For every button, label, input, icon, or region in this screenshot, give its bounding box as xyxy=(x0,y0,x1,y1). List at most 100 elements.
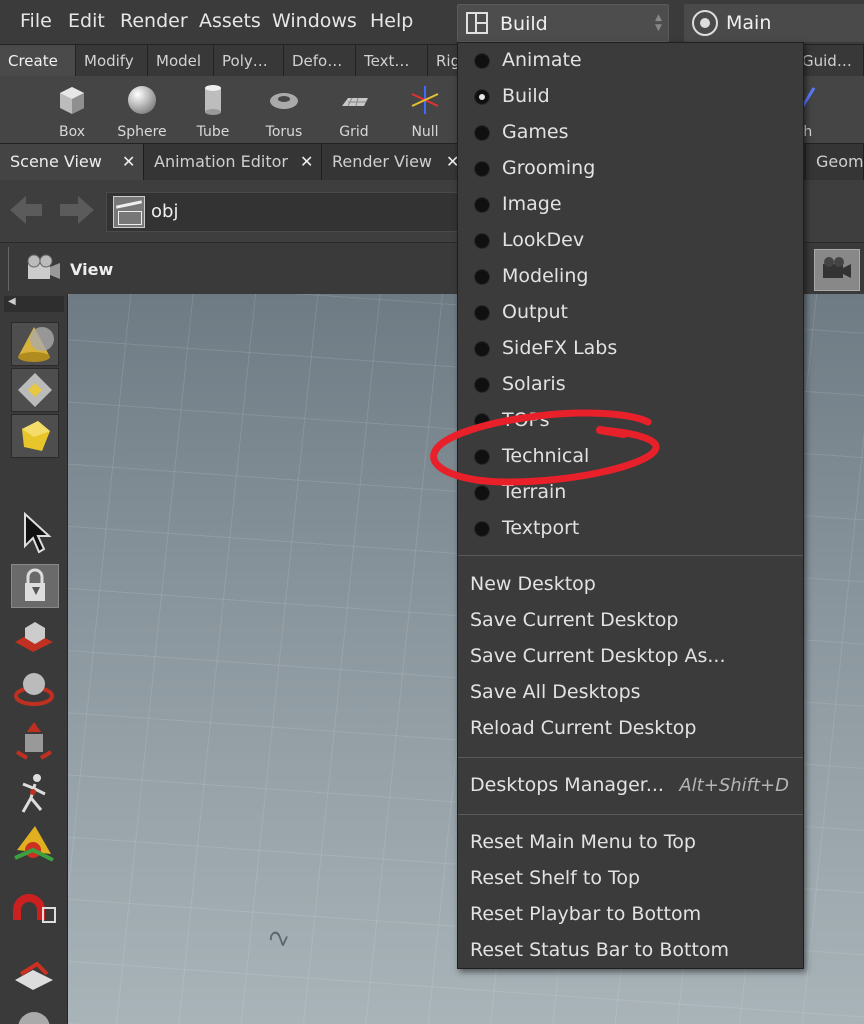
menu-item-desktop-solaris[interactable]: Solaris xyxy=(458,367,803,403)
menu-edit[interactable]: Edit xyxy=(68,10,105,32)
menu-item-desktop-tops[interactable]: TOPs xyxy=(458,403,803,439)
move-arrows-icon xyxy=(15,622,53,652)
menu-item-reload-current-desktop[interactable]: Reload Current Desktop xyxy=(458,711,803,747)
menu-item-reset-main-menu-to-top[interactable]: Reset Main Menu to Top xyxy=(458,825,803,861)
radio-icon xyxy=(474,413,490,429)
tab-animation-editor[interactable]: Animation Editor ✕ xyxy=(144,144,322,180)
menu-item-desktop-lookdev[interactable]: LookDev xyxy=(458,223,803,259)
desktop-switcher[interactable]: Build ▲ ▼ xyxy=(457,4,669,42)
context-switcher[interactable]: Main xyxy=(684,4,864,42)
camera-icon[interactable] xyxy=(24,253,66,287)
radio-icon xyxy=(474,269,490,285)
tool-grid[interactable]: Grid xyxy=(322,80,386,142)
tab-render-view[interactable]: Render View ✕ xyxy=(322,144,462,180)
radio-icon xyxy=(474,341,490,357)
select-tool-button[interactable] xyxy=(11,511,59,556)
tab-animation-editor-label: Animation Editor xyxy=(154,152,289,171)
menu-item-desktop-animate[interactable]: Animate xyxy=(458,43,803,79)
menu-item-label: Terrain xyxy=(502,481,567,503)
tool-torus[interactable]: Torus xyxy=(252,80,316,142)
menu-windows[interactable]: Windows xyxy=(272,10,357,32)
tool-torus-label: Torus xyxy=(265,124,303,140)
tab-geometry[interactable]: Geome xyxy=(806,144,864,180)
menu-item-reset-playbar-to-bottom[interactable]: Reset Playbar to Bottom xyxy=(458,897,803,933)
select-dynamics-button[interactable] xyxy=(11,414,59,458)
menu-item-save-current-desktop-as[interactable]: Save Current Desktop As... xyxy=(458,639,803,675)
menu-item-desktop-modeling[interactable]: Modeling xyxy=(458,259,803,295)
menu-render[interactable]: Render xyxy=(120,10,188,32)
film-reel-button[interactable] xyxy=(11,1010,59,1024)
menu-item-desktop-games[interactable]: Games xyxy=(458,115,803,151)
menu-item-desktop-sidefx-labs[interactable]: SideFX Labs xyxy=(458,331,803,367)
grid-icon xyxy=(342,97,368,107)
shelf-tab-texture[interactable]: Text… xyxy=(356,45,428,77)
rotate-tool-button[interactable] xyxy=(11,668,59,712)
tool-sphere[interactable]: Sphere xyxy=(110,80,174,142)
radio-icon xyxy=(474,125,490,141)
render-tool-button[interactable] xyxy=(11,956,59,1000)
menu-item-label: Grooming xyxy=(502,157,596,179)
shelf-tab-modify[interactable]: Modify xyxy=(76,45,148,77)
menu-item-reset-shelf-to-top[interactable]: Reset Shelf to Top xyxy=(458,861,803,897)
pose-figure-icon xyxy=(21,774,46,813)
back-arrow-icon[interactable] xyxy=(10,192,46,228)
tool-null[interactable]: Null xyxy=(393,80,457,142)
menu-item-desktop-output[interactable]: Output xyxy=(458,295,803,331)
tab-geometry-label: Geome xyxy=(816,152,864,171)
menu-item-label: Modeling xyxy=(502,265,589,287)
null-icon xyxy=(411,86,439,114)
main-menubar: File Edit Render Assets Windows Help Bui… xyxy=(0,0,864,44)
menu-item-label: Animate xyxy=(502,49,582,71)
menu-assets[interactable]: Assets xyxy=(199,10,261,32)
menu-item-desktop-textport[interactable]: Textport xyxy=(458,511,803,547)
radio-icon xyxy=(474,233,490,249)
menu-item-reset-status-bar-to-bottom[interactable]: Reset Status Bar to Bottom xyxy=(458,933,803,969)
menu-item-desktop-build[interactable]: Build xyxy=(458,79,803,115)
camera-menu-button[interactable] xyxy=(814,249,860,291)
diamond-icon xyxy=(18,373,52,407)
menu-item-label: Save Current Desktop As... xyxy=(470,645,726,667)
radio-icon xyxy=(474,305,490,321)
menu-help[interactable]: Help xyxy=(370,10,413,32)
handle-tool-button[interactable] xyxy=(11,824,59,868)
menu-item-label: LookDev xyxy=(502,229,585,251)
menu-item-save-all-desktops[interactable]: Save All Desktops xyxy=(458,675,803,711)
shelf-tab-deform[interactable]: Defo… xyxy=(284,45,356,77)
scale-tool-button[interactable] xyxy=(11,720,59,764)
menu-item-desktop-terrain[interactable]: Terrain xyxy=(458,475,803,511)
menu-item-save-current-desktop[interactable]: Save Current Desktop xyxy=(458,603,803,639)
shelf-tab-poly[interactable]: Poly… xyxy=(214,45,284,77)
menu-item-label: New Desktop xyxy=(470,573,596,595)
shelf-tab-guide[interactable]: Guid… xyxy=(794,45,864,77)
radio-icon xyxy=(474,197,490,213)
menu-item-desktop-grooming[interactable]: Grooming xyxy=(458,151,803,187)
menu-item-desktops-manager[interactable]: Desktops Manager... Alt+Shift+D xyxy=(458,768,803,804)
radio-icon xyxy=(474,449,490,465)
menu-item-desktop-image[interactable]: Image xyxy=(458,187,803,223)
tool-tube-label: Tube xyxy=(196,124,230,140)
menu-file[interactable]: File xyxy=(20,10,52,32)
tool-box[interactable]: Box xyxy=(40,80,104,142)
close-icon[interactable]: ✕ xyxy=(300,152,313,171)
menu-item-new-desktop[interactable]: New Desktop xyxy=(458,567,803,603)
box-icon xyxy=(60,87,84,114)
viewer-label: View xyxy=(70,260,114,279)
menu-item-desktop-technical[interactable]: Technical xyxy=(458,439,803,475)
lock-tool-button[interactable] xyxy=(11,564,59,608)
menu-item-label: Reload Current Desktop xyxy=(470,717,697,739)
shelf-tab-model[interactable]: Model xyxy=(148,45,214,77)
pose-tool-button[interactable] xyxy=(11,772,59,816)
close-icon[interactable]: ✕ xyxy=(122,152,135,171)
shelf-tab-create[interactable]: Create xyxy=(0,45,76,77)
select-objects-button[interactable] xyxy=(11,322,59,366)
tab-scene-view[interactable]: Scene View ✕ xyxy=(0,144,144,180)
menu-item-label: Solaris xyxy=(502,373,566,395)
toolbar-handle[interactable] xyxy=(8,247,16,291)
select-components-button[interactable] xyxy=(11,368,59,412)
forward-arrow-icon[interactable] xyxy=(58,192,94,228)
move-tool-button[interactable] xyxy=(11,616,59,660)
snap-tool-button[interactable] xyxy=(11,894,59,938)
tool-tube[interactable]: Tube xyxy=(181,80,245,142)
collapse-arrow-icon[interactable]: ◀ xyxy=(4,296,64,312)
path-field[interactable]: obj xyxy=(106,192,466,232)
